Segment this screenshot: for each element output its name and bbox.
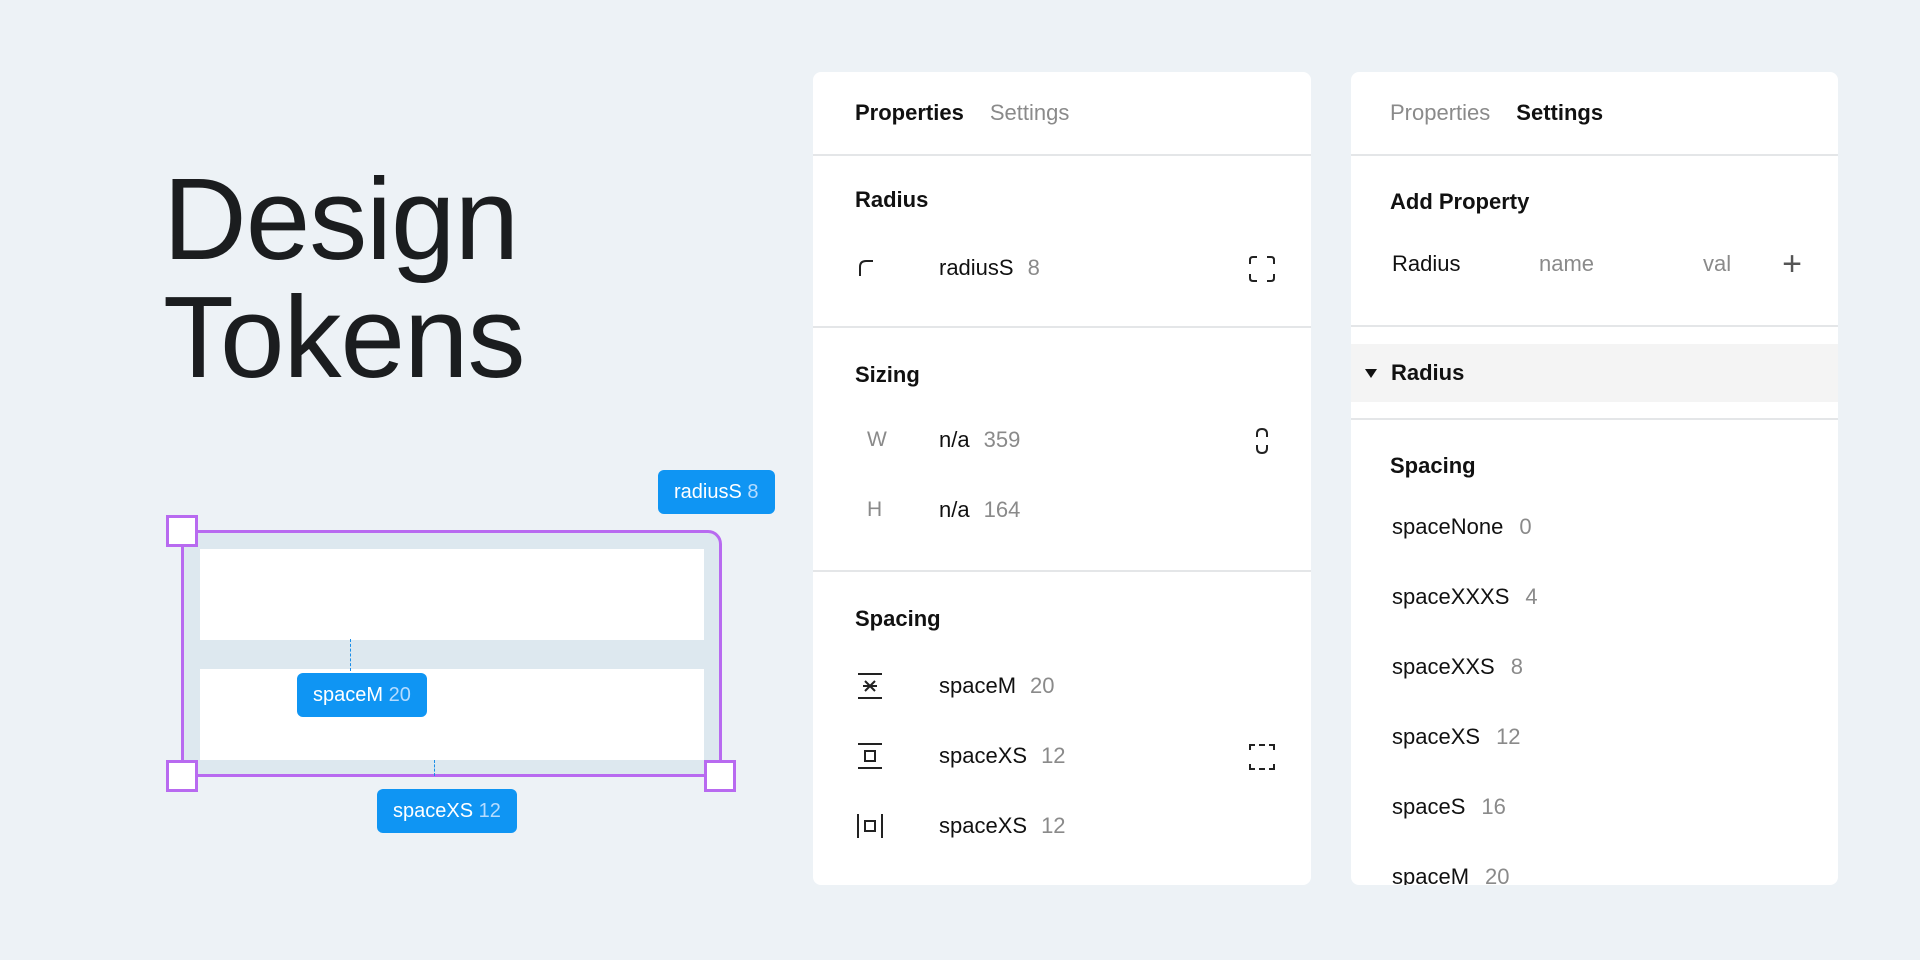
- token-name: spaceXS: [939, 743, 1028, 768]
- hero-title: Design Tokens: [163, 154, 526, 402]
- property-type-select[interactable]: Radius: [1392, 251, 1539, 277]
- width-row[interactable]: W n/a 359: [855, 420, 1311, 460]
- token-value: 12: [1041, 813, 1066, 838]
- token-value-input[interactable]: val: [1703, 251, 1777, 277]
- group-label: Radius: [1391, 360, 1465, 385]
- plus-icon[interactable]: +: [1777, 244, 1807, 284]
- section-title: Sizing: [855, 362, 920, 387]
- selected-frame[interactable]: [181, 530, 722, 777]
- divider: [1351, 325, 1838, 327]
- gap-guide: [350, 639, 351, 671]
- token-name: radiusS: [674, 481, 742, 503]
- list-item[interactable]: spaceXXXS 4: [1392, 584, 1538, 610]
- gap-token-label: spaceM 20: [297, 673, 427, 717]
- corner-radius-icon: [855, 248, 905, 288]
- axis-label: H: [867, 498, 883, 521]
- token-value: 12: [478, 800, 501, 822]
- spacing-row-horizontal-padding[interactable]: spaceXS 12: [855, 806, 1311, 846]
- token-value: 8: [1510, 654, 1523, 679]
- frame-child-2[interactable]: [200, 669, 704, 760]
- axis-label: W: [867, 428, 887, 451]
- token-name: spaceM: [1392, 864, 1470, 885]
- tab-settings[interactable]: Settings: [1516, 100, 1603, 126]
- resize-handle-bottom-right[interactable]: [704, 760, 736, 792]
- token-value: 20: [1485, 864, 1510, 885]
- token-value: 8: [747, 481, 759, 503]
- vertical-gap-icon: [855, 666, 905, 706]
- token-name: n/a: [939, 497, 970, 522]
- tab-settings[interactable]: Settings: [990, 100, 1070, 126]
- settings-panel: Properties Settings Add Property Radius …: [1351, 72, 1838, 885]
- constrain-proportions-icon[interactable]: [1247, 426, 1277, 456]
- frame-child-1[interactable]: [200, 549, 704, 640]
- list-item[interactable]: spaceNone 0: [1392, 514, 1532, 540]
- token-name: spaceXS: [1392, 724, 1481, 749]
- token-name: radiusS: [939, 255, 1014, 280]
- radius-token-label: radiusS 8: [658, 470, 775, 514]
- token-name: spaceS: [1392, 794, 1466, 819]
- vertical-padding-icon: [855, 736, 905, 776]
- tab-properties[interactable]: Properties: [855, 100, 964, 126]
- section-title: Spacing: [855, 606, 941, 631]
- token-name: spaceXXS: [1392, 654, 1495, 679]
- token-value: 8: [1027, 255, 1040, 280]
- token-name: spaceNone: [1392, 514, 1504, 539]
- panel-tabs: Properties Settings: [813, 72, 1311, 156]
- token-value: 0: [1519, 514, 1532, 539]
- token-value: 359: [983, 427, 1021, 452]
- properties-panel: Properties Settings Radius radiusS 8 Siz…: [813, 72, 1311, 885]
- token-name-input[interactable]: name: [1539, 251, 1703, 277]
- tab-properties[interactable]: Properties: [1390, 100, 1490, 126]
- add-property-title: Add Property: [1390, 189, 1530, 214]
- list-item[interactable]: spaceM 20: [1392, 864, 1510, 885]
- hero-title-line-1: Design: [163, 154, 519, 284]
- caret-down-icon: [1365, 368, 1377, 378]
- token-name: spaceXS: [393, 800, 474, 822]
- token-value: 16: [1481, 794, 1506, 819]
- horizontal-padding-icon: [855, 806, 905, 846]
- list-item[interactable]: spaceXXS 8: [1392, 654, 1523, 680]
- token-name: spaceM: [313, 684, 384, 706]
- sizing-section: Sizing W n/a 359 H n/a 164: [813, 328, 1311, 572]
- spacing-row-gap[interactable]: spaceM 20: [855, 666, 1311, 706]
- token-name: spaceM: [939, 673, 1017, 698]
- radius-section: Radius radiusS 8: [813, 156, 1311, 328]
- independent-corners-icon[interactable]: [1247, 254, 1277, 284]
- resize-handle-bottom-left[interactable]: [166, 760, 198, 792]
- token-name: spaceXXXS: [1392, 584, 1510, 609]
- radius-row[interactable]: radiusS 8: [855, 248, 1311, 288]
- token-value: 4: [1525, 584, 1538, 609]
- list-item[interactable]: spaceXS 12: [1392, 724, 1521, 750]
- spacing-row-vertical-padding[interactable]: spaceXS 12: [855, 736, 1311, 776]
- radius-group-header[interactable]: Radius: [1351, 344, 1838, 402]
- padding-token-label: spaceXS 12: [377, 789, 517, 833]
- list-item[interactable]: spaceS 16: [1392, 794, 1506, 820]
- spacing-section: Spacing spaceM 20 spaceXS 12 spaceXS 12: [813, 572, 1311, 882]
- token-value: 20: [388, 684, 411, 706]
- height-row[interactable]: H n/a 164: [855, 490, 1311, 530]
- token-name: n/a: [939, 427, 970, 452]
- resize-handle-top-left[interactable]: [166, 515, 198, 547]
- divider: [1351, 418, 1838, 420]
- spacing-group-title: Spacing: [1390, 453, 1476, 478]
- hero-title-line-2: Tokens: [163, 272, 526, 402]
- panel-tabs: Properties Settings: [1351, 72, 1838, 156]
- add-property-row: Radius name val +: [1392, 244, 1838, 284]
- token-value: 164: [983, 497, 1021, 522]
- token-name: spaceXS: [939, 813, 1028, 838]
- token-value: 12: [1041, 743, 1066, 768]
- token-value: 20: [1030, 673, 1055, 698]
- token-value: 12: [1496, 724, 1521, 749]
- section-title: Radius: [855, 187, 929, 212]
- padding-guide: [434, 760, 435, 776]
- individual-padding-icon[interactable]: [1247, 742, 1277, 772]
